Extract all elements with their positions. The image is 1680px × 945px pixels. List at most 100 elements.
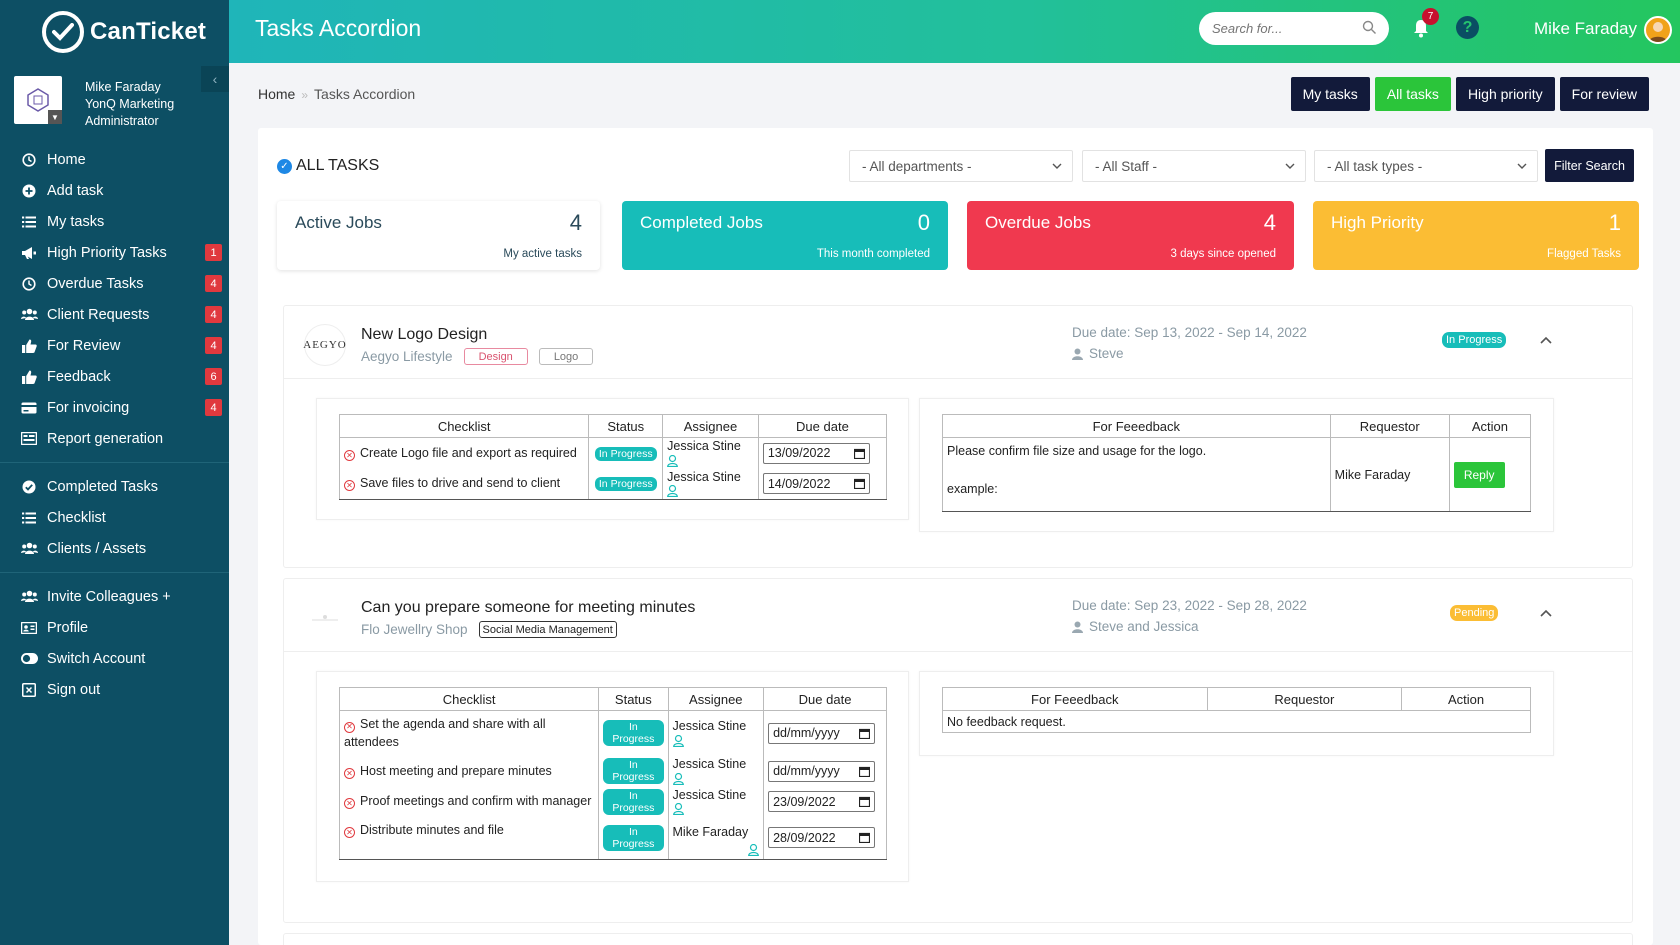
sidebar-item-label: Client Requests — [47, 306, 150, 323]
sidebar-item-feedback[interactable]: Feedback 6 — [0, 361, 229, 392]
user-avatar[interactable] — [1644, 16, 1672, 44]
person-icon[interactable] — [672, 803, 684, 816]
checklist-item[interactable]: ✕ Proof meetings and confirm with manager — [338, 786, 600, 817]
sidebar-item-profile[interactable]: Profile — [0, 612, 229, 643]
high-priority-button[interactable]: High priority — [1455, 77, 1555, 111]
reply-button[interactable]: Reply — [1453, 461, 1505, 488]
calendar-icon[interactable] — [853, 448, 865, 459]
task-header[interactable]: AEGYO New Logo Design Aegyo Lifestyle De… — [284, 306, 1632, 379]
task-title[interactable]: New Logo Design — [361, 326, 487, 344]
due-date-input[interactable]: dd/mm/yyyy — [768, 722, 876, 744]
task-client-row: Aegyo Lifestyle Design Logo — [361, 348, 594, 365]
for-review-button[interactable]: For review — [1559, 77, 1649, 111]
clock-icon — [19, 276, 39, 291]
assignee-name: Jessica Stine — [667, 469, 741, 484]
checklist-item[interactable]: ✕ Create Logo file and export as required — [338, 437, 590, 469]
stat-overdue-jobs[interactable]: Overdue Jobs 4 3 days since opened — [967, 201, 1294, 270]
task-types-select[interactable]: - All task types - — [1314, 150, 1538, 182]
col-feedback: For Feeedback — [942, 414, 1331, 438]
table-row: ✕ Save files to drive and send to client … — [338, 468, 888, 500]
person-icon[interactable] — [667, 485, 679, 498]
sidebar-item-switch-account[interactable]: Switch Account — [0, 643, 229, 674]
sidebar-item-overdue-tasks[interactable]: Overdue Tasks 4 — [0, 268, 229, 299]
count-badge: 4 — [205, 275, 222, 292]
my-tasks-button[interactable]: My tasks — [1290, 77, 1370, 111]
checklist-item[interactable]: ✕ Save files to drive and send to client — [338, 468, 590, 500]
collapse-sidebar-icon[interactable]: ‹ — [201, 66, 229, 92]
search-input[interactable] — [1212, 21, 1362, 36]
search-icon[interactable] — [1362, 20, 1377, 35]
sidebar-item-high-priority-tasks[interactable]: High Priority Tasks 1 — [0, 237, 229, 268]
user-name[interactable]: Mike Faraday — [1534, 19, 1637, 39]
caret-down-icon[interactable]: ▼ — [48, 110, 62, 124]
staff-select[interactable]: - All Staff - — [1082, 150, 1306, 182]
sidebar-item-home[interactable]: Home — [0, 144, 229, 175]
due-date-input[interactable]: 23/09/2022 — [768, 791, 876, 812]
logo[interactable]: CanTicket — [0, 0, 229, 63]
stat-completed-jobs[interactable]: Completed Jobs 0 This month completed — [622, 201, 948, 270]
sidebar-item-for-review[interactable]: For Review 4 — [0, 330, 229, 361]
due-date-input[interactable]: 13/09/2022 — [762, 442, 870, 464]
company-avatar[interactable]: ▼ — [14, 76, 62, 124]
due-date-input[interactable]: dd/mm/yyyy — [768, 760, 876, 782]
checklist-item[interactable]: ✕ Host meeting and prepare minutes — [338, 755, 600, 787]
departments-select[interactable]: - All departments - — [849, 150, 1073, 182]
filter-search-button[interactable]: Filter Search — [1545, 149, 1634, 182]
assignee-name: Jessica Stine — [667, 439, 741, 454]
sidebar-item-completed-tasks[interactable]: Completed Tasks — [0, 471, 229, 502]
assignee-name: Jessica Stine — [672, 787, 747, 802]
calendar-icon[interactable] — [859, 728, 871, 739]
help-icon[interactable]: ? — [1456, 16, 1479, 39]
feedback-table: For Feeedback Requestor Action No feedba… — [942, 687, 1531, 733]
sidebar-item-for-invoicing[interactable]: For invoicing 4 — [0, 392, 229, 423]
calendar-icon[interactable] — [859, 766, 871, 777]
person-icon[interactable] — [672, 734, 684, 747]
sidebar-item-client-requests[interactable]: Client Requests 4 — [0, 299, 229, 330]
sidebar-item-label: Profile — [47, 619, 89, 636]
col-status: Status — [588, 414, 664, 438]
status-badge[interactable]: In Progress — [594, 446, 657, 461]
task-client: Aegyo Lifestyle — [361, 349, 453, 364]
sidebar-item-sign-out[interactable]: Sign out — [0, 674, 229, 705]
task-header[interactable]: Can you prepare someone for meeting minu… — [284, 579, 1632, 652]
chevron-up-icon[interactable] — [1539, 608, 1553, 618]
status-badge[interactable]: In Progress — [603, 758, 664, 784]
status-badge[interactable]: In Progress — [603, 824, 664, 851]
stat-active-jobs[interactable]: Active Jobs 4 My active tasks — [277, 201, 600, 270]
person-icon[interactable] — [667, 454, 679, 467]
search-box[interactable] — [1199, 12, 1389, 45]
due-date-input[interactable]: 28/09/2022 — [768, 827, 876, 848]
breadcrumb-home[interactable]: Home — [258, 86, 295, 102]
checklist-item[interactable]: ✕ Set the agenda and share with all atten… — [338, 710, 600, 756]
sidebar-item-clients-assets[interactable]: Clients / Assets — [0, 533, 229, 564]
col-checklist: Checklist — [338, 414, 590, 438]
calendar-icon[interactable] — [853, 478, 865, 490]
all-tasks-button[interactable]: All tasks — [1374, 77, 1451, 111]
task-title[interactable]: Can you prepare someone for meeting minu… — [361, 599, 695, 617]
checklist-item[interactable]: ✕ Distribute minutes and file — [338, 816, 600, 860]
quick-filter-buttons: My tasks All tasks High priority For rev… — [1290, 77, 1649, 111]
chevron-up-icon[interactable] — [1539, 335, 1553, 345]
sidebar-item-label: Sign out — [47, 681, 101, 698]
x-circle-icon: ✕ — [344, 721, 355, 733]
person-icon[interactable] — [748, 844, 759, 857]
feedback-table: For Feeedback Requestor Action Please co… — [942, 414, 1532, 512]
due-date-input[interactable]: 14/09/2022 — [762, 473, 870, 495]
sidebar-item-label: Clients / Assets — [47, 540, 147, 557]
sidebar-item-invite-colleagues[interactable]: Invite Colleagues + — [0, 581, 229, 612]
calendar-icon[interactable] — [859, 832, 871, 843]
status-badge[interactable]: In Progress — [603, 788, 664, 815]
status-badge[interactable]: In Progress — [594, 477, 657, 492]
sidebar-item-my-tasks[interactable]: My tasks — [0, 206, 229, 237]
calendar-icon[interactable] — [859, 796, 871, 807]
sidebar-item-checklist[interactable]: Checklist — [0, 502, 229, 533]
stat-high-priority[interactable]: High Priority 1 Flagged Tasks — [1313, 201, 1639, 270]
col-checklist: Checklist — [338, 687, 600, 711]
person-icon[interactable] — [672, 772, 684, 785]
sidebar-item-add-task[interactable]: Add task — [0, 175, 229, 206]
stat-label: Completed Jobs — [640, 213, 763, 232]
status-badge[interactable]: In Progress — [603, 720, 664, 747]
sidebar-item-report-generation[interactable]: Report generation — [0, 423, 229, 454]
table-row: ✕ Set the agenda and share with all atten… — [338, 710, 887, 756]
x-circle-icon: ✕ — [344, 767, 355, 779]
